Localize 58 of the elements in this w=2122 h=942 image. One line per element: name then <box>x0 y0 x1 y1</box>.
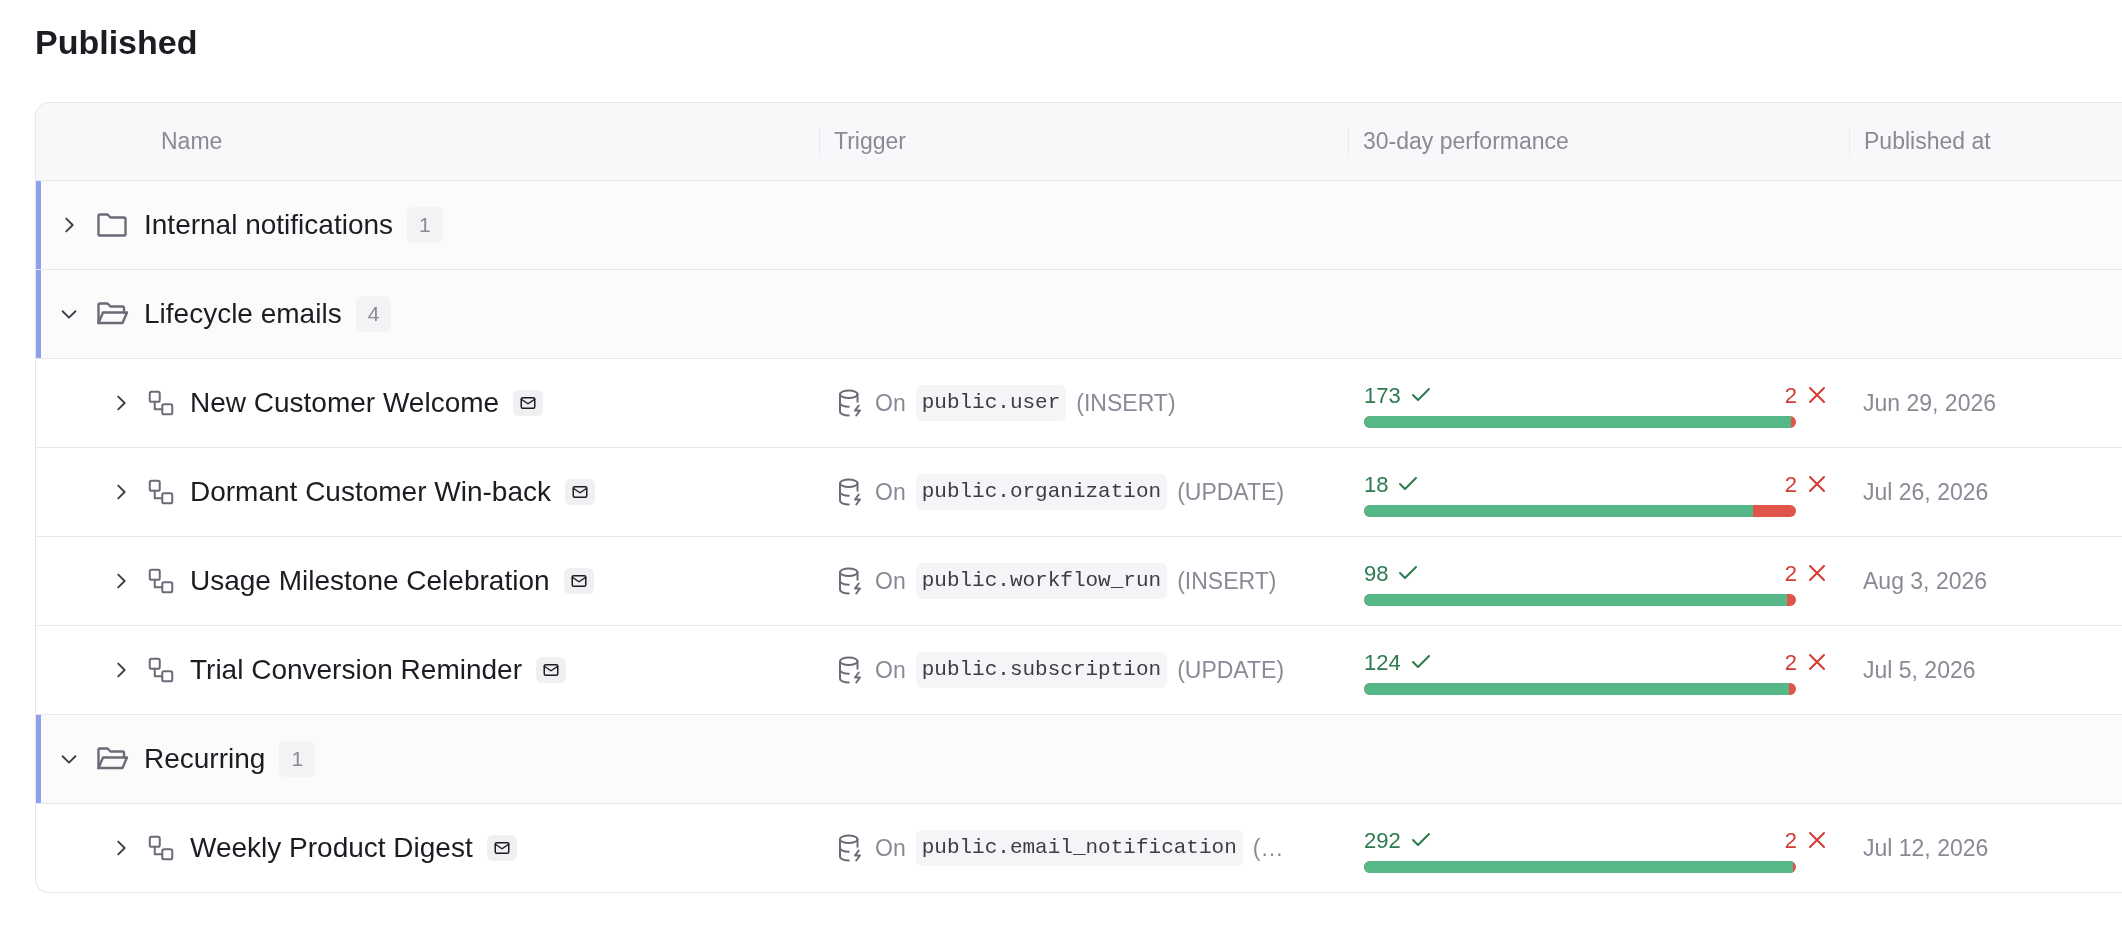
email-icon <box>486 835 517 862</box>
trigger-event: (UPDATE) <box>1177 477 1285 507</box>
email-icon <box>513 390 544 417</box>
trigger-label: On <box>875 566 906 596</box>
success-count: 18 <box>1364 470 1389 499</box>
trigger-label: On <box>875 655 906 685</box>
count-badge: 4 <box>355 296 392 332</box>
workflow-name: Usage Milestone Celebration <box>190 564 550 599</box>
folder-name: Lifecycle emails <box>144 297 342 332</box>
workflow-row[interactable]: New Customer Welcome On public.user (INSERT) 173 2 Jun 29, 2026 <box>36 358 2122 448</box>
failure-count: 2 <box>1784 826 1797 855</box>
folder-name: Internal notifications <box>144 208 394 243</box>
folder-name: Recurring <box>144 742 266 777</box>
count-badge: 1 <box>279 741 316 777</box>
column-header: 30-day performance <box>1363 127 1569 157</box>
published-date: Aug 3, 2026 <box>1862 566 1989 596</box>
workflow-name: New Customer Welcome <box>190 386 500 421</box>
workflow-row[interactable]: Usage Milestone Celebration On public.workflow_run (INSERT) 98 2 Aug 3, 2026 <box>36 536 2122 626</box>
success-count: 124 <box>1364 648 1401 677</box>
trigger-event: (INSERT) <box>1177 566 1277 596</box>
folder-row[interactable]: Recurring 1 <box>36 714 2122 804</box>
workflow-row[interactable]: Dormant Customer Win-back On public.organization (UPDATE) 18 2 Jul 26, 2026 <box>36 447 2122 537</box>
failure-count: 2 <box>1784 648 1797 677</box>
table-name: public.organization <box>915 474 1168 510</box>
failure-count: 2 <box>1784 559 1797 588</box>
workflow-name: Trial Conversion Reminder <box>190 653 522 688</box>
trigger-label: On <box>875 477 906 507</box>
count-badge: 1 <box>407 207 443 243</box>
success-count: 292 <box>1364 826 1401 855</box>
published-date: Jul 5, 2026 <box>1862 655 1977 685</box>
trigger-event: (UPDATE) <box>1177 655 1285 685</box>
table-name: public.user <box>915 385 1067 421</box>
folder-row[interactable]: Internal notifications 1 <box>36 180 2122 270</box>
published-date: Jul 12, 2026 <box>1862 833 1990 863</box>
failure-count: 2 <box>1784 470 1797 499</box>
column-header: Name <box>161 127 223 157</box>
email-icon <box>565 479 595 506</box>
trigger-event: (INSERT) <box>1076 388 1176 418</box>
trigger-label: On <box>875 833 906 863</box>
column-header: Trigger <box>834 127 906 157</box>
workflow-name: Dormant Customer Win-back <box>190 475 551 510</box>
trigger-label: On <box>875 388 906 418</box>
email-icon <box>535 657 566 684</box>
published-date: Jun 29, 2026 <box>1862 388 1997 418</box>
table-name: public.subscription <box>915 652 1168 688</box>
failure-count: 2 <box>1784 381 1797 410</box>
workflow-name: Weekly Product Digest <box>190 831 473 866</box>
table-name: public.workflow_run <box>915 563 1168 599</box>
email-icon <box>563 568 594 595</box>
success-count: 173 <box>1364 381 1401 410</box>
success-count: 98 <box>1364 559 1389 588</box>
published-date: Jul 26, 2026 <box>1862 477 1990 507</box>
column-header: Published at <box>1864 127 1991 157</box>
workflow-row[interactable]: Weekly Product Digest On public.email_notification (… 292 2 Jul 12, 2026 <box>36 803 2122 893</box>
table-name: public.email_notification <box>915 830 1243 866</box>
trigger-event: (… <box>1252 833 1284 863</box>
folder-row[interactable]: Lifecycle emails 4 <box>36 269 2122 359</box>
page-title: Published <box>35 22 199 63</box>
